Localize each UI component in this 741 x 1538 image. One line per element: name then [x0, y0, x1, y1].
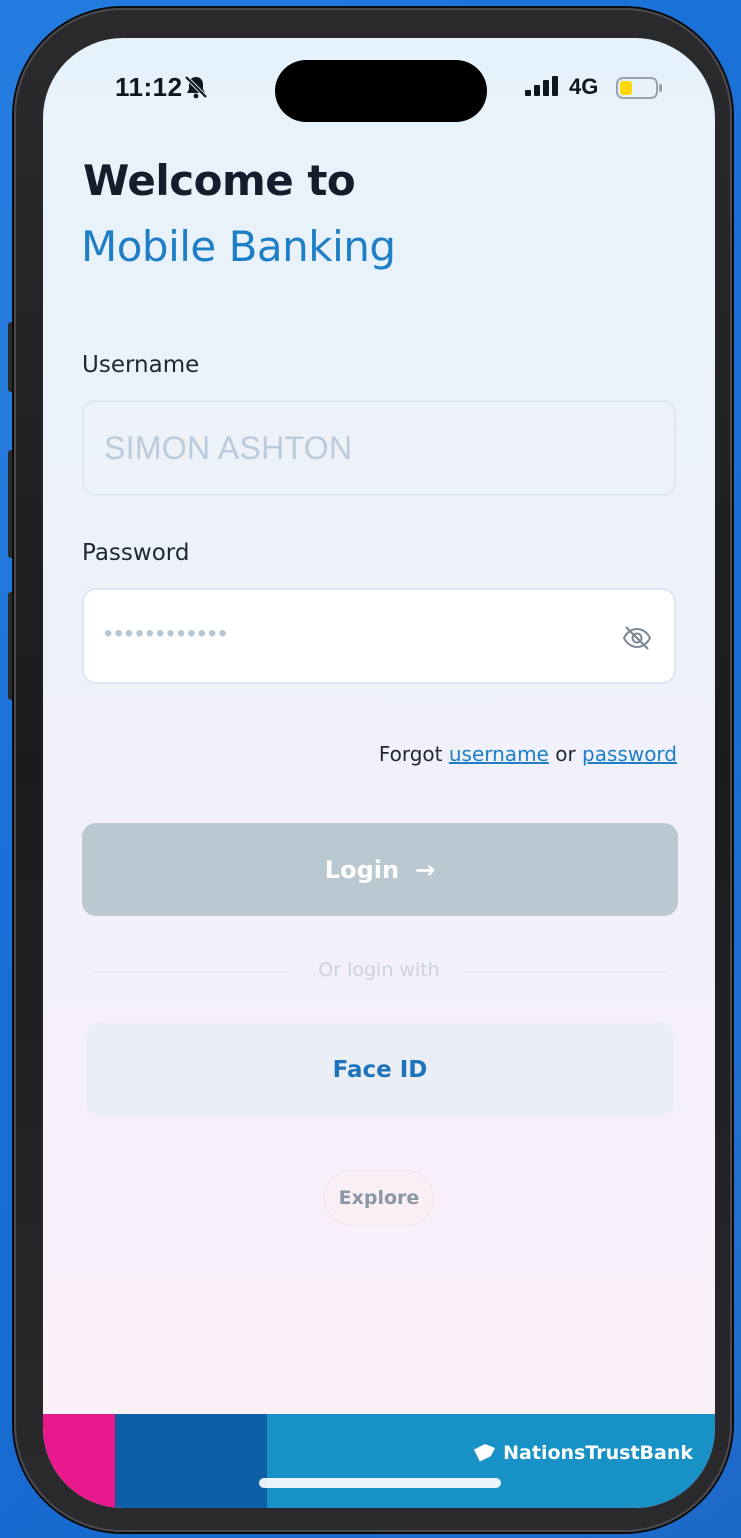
password-value: •••••••••••• — [104, 620, 229, 647]
bank-logo: NationsTrustBank — [471, 1442, 693, 1464]
forgot-password-link[interactable]: password — [582, 742, 677, 766]
username-field[interactable]: SIMON ASHTON — [82, 400, 676, 496]
password-field[interactable]: •••••••••••• — [82, 588, 676, 684]
bank-logo-icon — [472, 1444, 496, 1463]
password-label: Password — [82, 540, 190, 566]
username-label: Username — [82, 352, 200, 378]
arrow-right-icon: → — [415, 855, 436, 884]
face-id-label: Face ID — [332, 1056, 428, 1083]
home-indicator[interactable] — [259, 1478, 501, 1488]
divider-right — [463, 971, 669, 972]
forgot-credentials-row: Forgot username or password — [379, 742, 677, 766]
forgot-prefix: Forgot — [378, 742, 443, 766]
dynamic-island — [275, 60, 487, 122]
app-title: Mobile Banking — [81, 222, 396, 271]
divider-text: Or login with — [318, 959, 440, 981]
battery-icon — [616, 77, 662, 99]
network-label: 4G — [569, 74, 599, 99]
username-value: SIMON ASHTON — [104, 430, 353, 466]
forgot-or: or — [555, 742, 576, 766]
explore-label: Explore — [338, 1187, 420, 1209]
face-id-button[interactable]: Face ID — [86, 1023, 674, 1116]
login-button[interactable]: Login → — [82, 823, 678, 916]
status-time: 11:12 — [115, 72, 183, 102]
eye-off-icon[interactable] — [622, 624, 652, 652]
bell-slash-icon — [184, 75, 208, 99]
signal-icon — [525, 76, 558, 96]
explore-button[interactable]: Explore — [325, 1171, 433, 1225]
welcome-heading: Welcome to — [83, 156, 356, 205]
strip-dark-blue — [115, 1414, 267, 1508]
login-label: Login — [324, 855, 400, 884]
strip-pink — [43, 1414, 115, 1508]
phone-screen: 11:12 4G Welcome to Mobile Banking Usern… — [43, 38, 715, 1508]
forgot-username-link[interactable]: username — [449, 742, 549, 766]
bank-name: NationsTrustBank — [503, 1442, 693, 1464]
